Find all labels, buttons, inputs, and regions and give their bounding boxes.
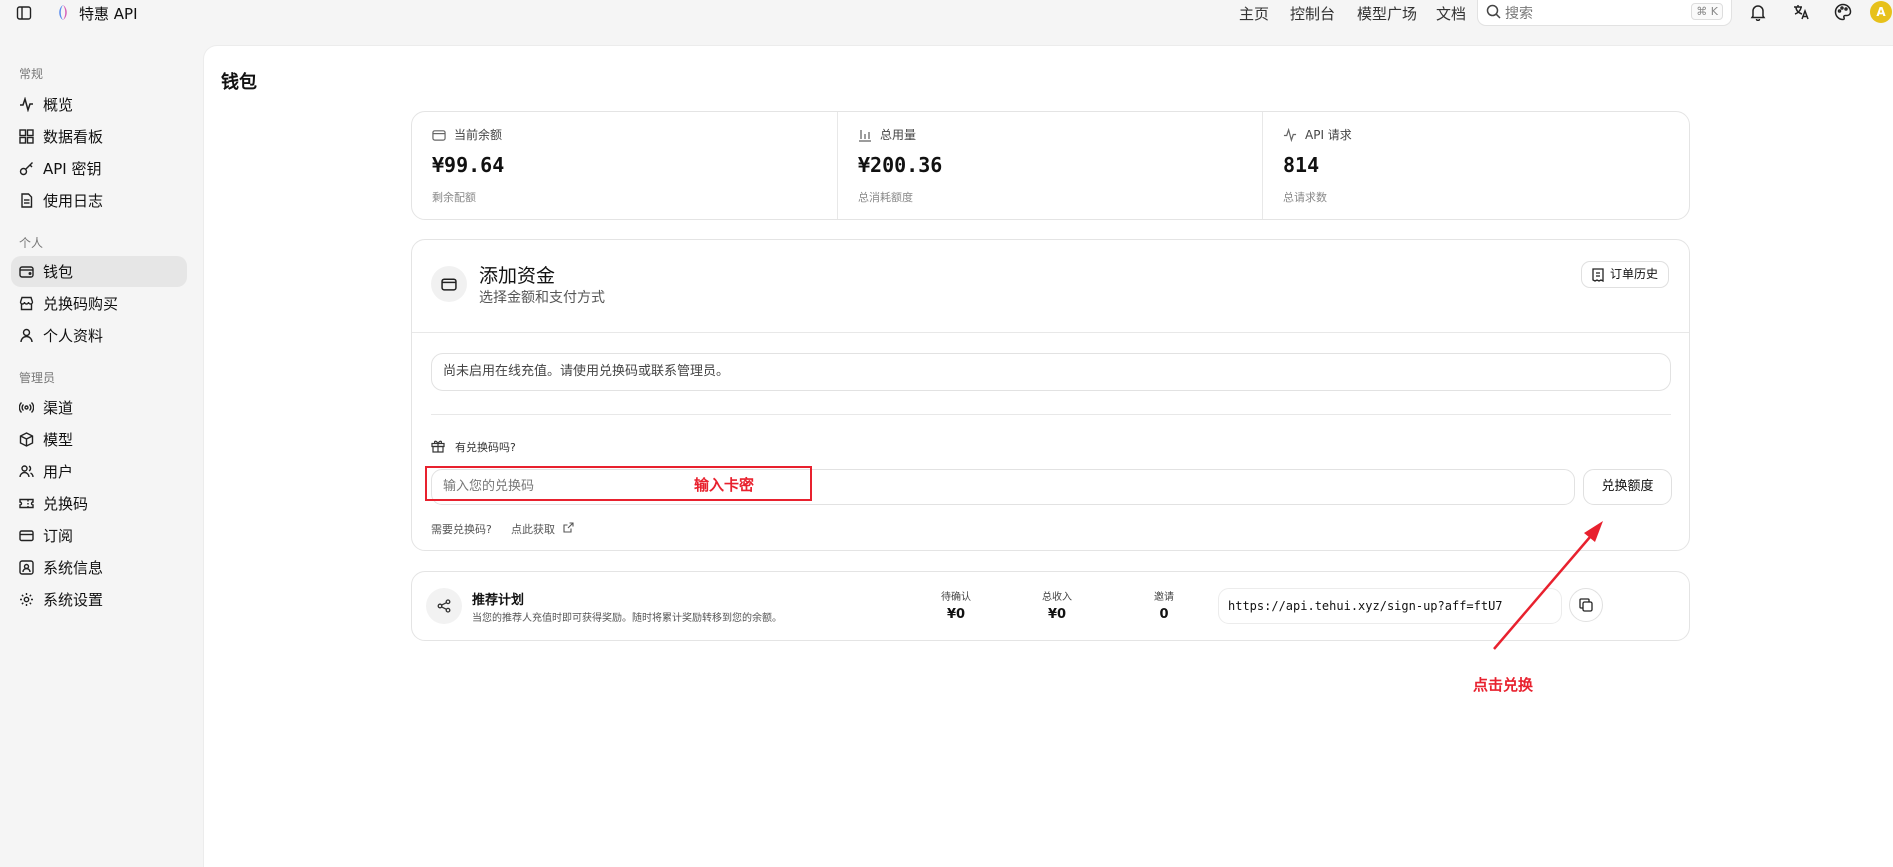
annotation-arrow-icon xyxy=(1493,521,1603,650)
